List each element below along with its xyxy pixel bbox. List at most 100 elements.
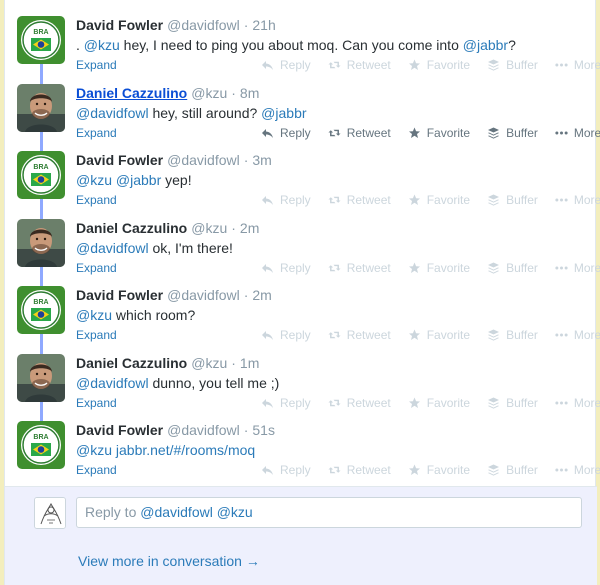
- retweet-button[interactable]: Retweet: [328, 126, 391, 140]
- favorite-button[interactable]: Favorite: [408, 396, 470, 410]
- author-name[interactable]: David Fowler: [76, 422, 163, 438]
- buffer-button[interactable]: Buffer: [487, 328, 538, 342]
- mention-link[interactable]: @jabbr: [261, 105, 306, 121]
- buffer-button[interactable]: Buffer: [487, 396, 538, 410]
- expand-link[interactable]: Expand: [76, 125, 117, 141]
- mention-link[interactable]: @davidfowl: [76, 375, 149, 391]
- reply-button[interactable]: Reply: [261, 193, 311, 207]
- tweet-timestamp[interactable]: 3m: [252, 152, 271, 168]
- author-handle[interactable]: @davidfowl: [167, 422, 240, 438]
- brazil-badge-avatar[interactable]: BRA: [17, 286, 65, 334]
- tweet-timestamp[interactable]: 2m: [252, 287, 271, 303]
- buffer-button[interactable]: Buffer: [487, 193, 538, 207]
- mention-link[interactable]: @kzu: [76, 442, 112, 458]
- tweet[interactable]: Daniel Cazzulino @kzu · 8m @davidfowl hey, s…: [5, 84, 600, 152]
- favorite-icon: [408, 194, 427, 206]
- separator-dot: ·: [243, 287, 249, 303]
- mention-link[interactable]: @jabbr: [463, 37, 508, 53]
- tweet[interactable]: BRA David Fowler @davidfowl · 3m @kzu @jabbr …: [5, 151, 600, 219]
- mention-link[interactable]: @davidfowl: [76, 240, 149, 256]
- mention-link[interactable]: @kzu: [84, 37, 120, 53]
- author-name[interactable]: David Fowler: [76, 152, 163, 168]
- buffer-button[interactable]: Buffer: [487, 58, 538, 72]
- reply-input[interactable]: Reply to @davidfowl @kzu: [76, 497, 582, 528]
- author-name[interactable]: Daniel Cazzulino: [76, 355, 187, 371]
- favorite-label: Favorite: [426, 463, 471, 477]
- brazil-badge-avatar[interactable]: BRA: [17, 151, 65, 199]
- author-handle[interactable]: @kzu: [191, 220, 227, 236]
- more-button[interactable]: More: [555, 193, 600, 207]
- tweet-timestamp[interactable]: 1m: [240, 355, 259, 371]
- expand-link[interactable]: Expand: [76, 260, 117, 276]
- buffer-label: Buffer: [506, 396, 538, 410]
- tweet-text-segment: .: [76, 37, 84, 53]
- reply-icon: [261, 464, 280, 476]
- tweet-timestamp[interactable]: 51s: [252, 422, 275, 438]
- mention-link[interactable]: @davidfowl: [76, 105, 149, 121]
- tweet-timestamp[interactable]: 21h: [252, 17, 275, 33]
- tweet[interactable]: Daniel Cazzulino @kzu · 1m @davidfowl dunno,…: [5, 354, 600, 422]
- retweet-button[interactable]: Retweet: [328, 328, 391, 342]
- brazil-badge-avatar[interactable]: BRA: [17, 16, 65, 64]
- more-button[interactable]: More: [555, 396, 600, 410]
- user-photo-avatar[interactable]: [17, 84, 65, 132]
- brazil-badge-avatar[interactable]: BRA: [17, 421, 65, 469]
- retweet-button[interactable]: Retweet: [328, 261, 391, 275]
- view-more-conversation-link[interactable]: View more in conversation →: [78, 553, 260, 569]
- retweet-button[interactable]: Retweet: [328, 463, 391, 477]
- reply-button[interactable]: Reply: [261, 58, 311, 72]
- tweet-timestamp[interactable]: 8m: [240, 85, 259, 101]
- more-button[interactable]: More: [555, 328, 600, 342]
- reply-button[interactable]: Reply: [261, 126, 311, 140]
- expand-link[interactable]: Expand: [76, 462, 117, 478]
- author-name[interactable]: Daniel Cazzulino: [76, 220, 187, 236]
- retweet-button[interactable]: Retweet: [328, 396, 391, 410]
- retweet-button[interactable]: Retweet: [328, 193, 391, 207]
- author-handle[interactable]: @davidfowl: [167, 152, 240, 168]
- user-photo-avatar[interactable]: [17, 219, 65, 267]
- favorite-button[interactable]: Favorite: [408, 261, 470, 275]
- reply-button[interactable]: Reply: [261, 261, 311, 275]
- reply-button[interactable]: Reply: [261, 463, 311, 477]
- mention-link[interactable]: @kzu: [76, 172, 112, 188]
- reply-button[interactable]: Reply: [261, 396, 311, 410]
- favorite-label: Favorite: [426, 58, 471, 72]
- tweet[interactable]: BRA David Fowler @davidfowl · 21h. @kzu hey,…: [5, 16, 600, 84]
- author-handle[interactable]: @davidfowl: [167, 17, 240, 33]
- favorite-button[interactable]: Favorite: [408, 328, 470, 342]
- author-name[interactable]: David Fowler: [76, 287, 163, 303]
- expand-link[interactable]: Expand: [76, 57, 117, 73]
- reply-button[interactable]: Reply: [261, 328, 311, 342]
- expand-link[interactable]: Expand: [76, 327, 117, 343]
- author-handle[interactable]: @kzu: [191, 85, 227, 101]
- tweet-actions: Reply Retweet Favorite Buffer More: [261, 192, 600, 208]
- expand-link[interactable]: Expand: [76, 395, 117, 411]
- author-name[interactable]: David Fowler: [76, 17, 163, 33]
- mention-link[interactable]: @jabbr: [116, 172, 161, 188]
- tweet-timestamp[interactable]: 2m: [240, 220, 259, 236]
- user-photo-avatar[interactable]: [17, 354, 65, 402]
- retweet-button[interactable]: Retweet: [328, 58, 391, 72]
- favorite-button[interactable]: Favorite: [408, 126, 470, 140]
- more-button[interactable]: More: [555, 126, 600, 140]
- buffer-button[interactable]: Buffer: [487, 126, 538, 140]
- favorite-button[interactable]: Favorite: [408, 193, 470, 207]
- author-handle[interactable]: @davidfowl: [167, 287, 240, 303]
- mention-link[interactable]: @kzu: [76, 307, 112, 323]
- expand-link[interactable]: Expand: [76, 192, 117, 208]
- buffer-button[interactable]: Buffer: [487, 261, 538, 275]
- more-button[interactable]: More: [555, 58, 600, 72]
- more-button[interactable]: More: [555, 463, 600, 477]
- more-button[interactable]: More: [555, 261, 600, 275]
- author-handle[interactable]: @kzu: [191, 355, 227, 371]
- tweet[interactable]: BRA David Fowler @davidfowl · 51s @kzu jabbr.…: [5, 421, 600, 489]
- tweet[interactable]: Daniel Cazzulino @kzu · 2m @davidfowl ok, I'…: [5, 219, 600, 287]
- favorite-button[interactable]: Favorite: [408, 58, 470, 72]
- mention-link[interactable]: jabbr.net/#/rooms/moq: [112, 442, 255, 458]
- tweet[interactable]: BRA David Fowler @davidfowl · 2m @kzu which r…: [5, 286, 600, 354]
- author-name[interactable]: Daniel Cazzulino: [76, 85, 187, 101]
- tweet-header: David Fowler @davidfowl · 51s: [76, 421, 275, 439]
- buffer-button[interactable]: Buffer: [487, 463, 538, 477]
- retweet-icon: [328, 329, 347, 341]
- favorite-button[interactable]: Favorite: [408, 463, 470, 477]
